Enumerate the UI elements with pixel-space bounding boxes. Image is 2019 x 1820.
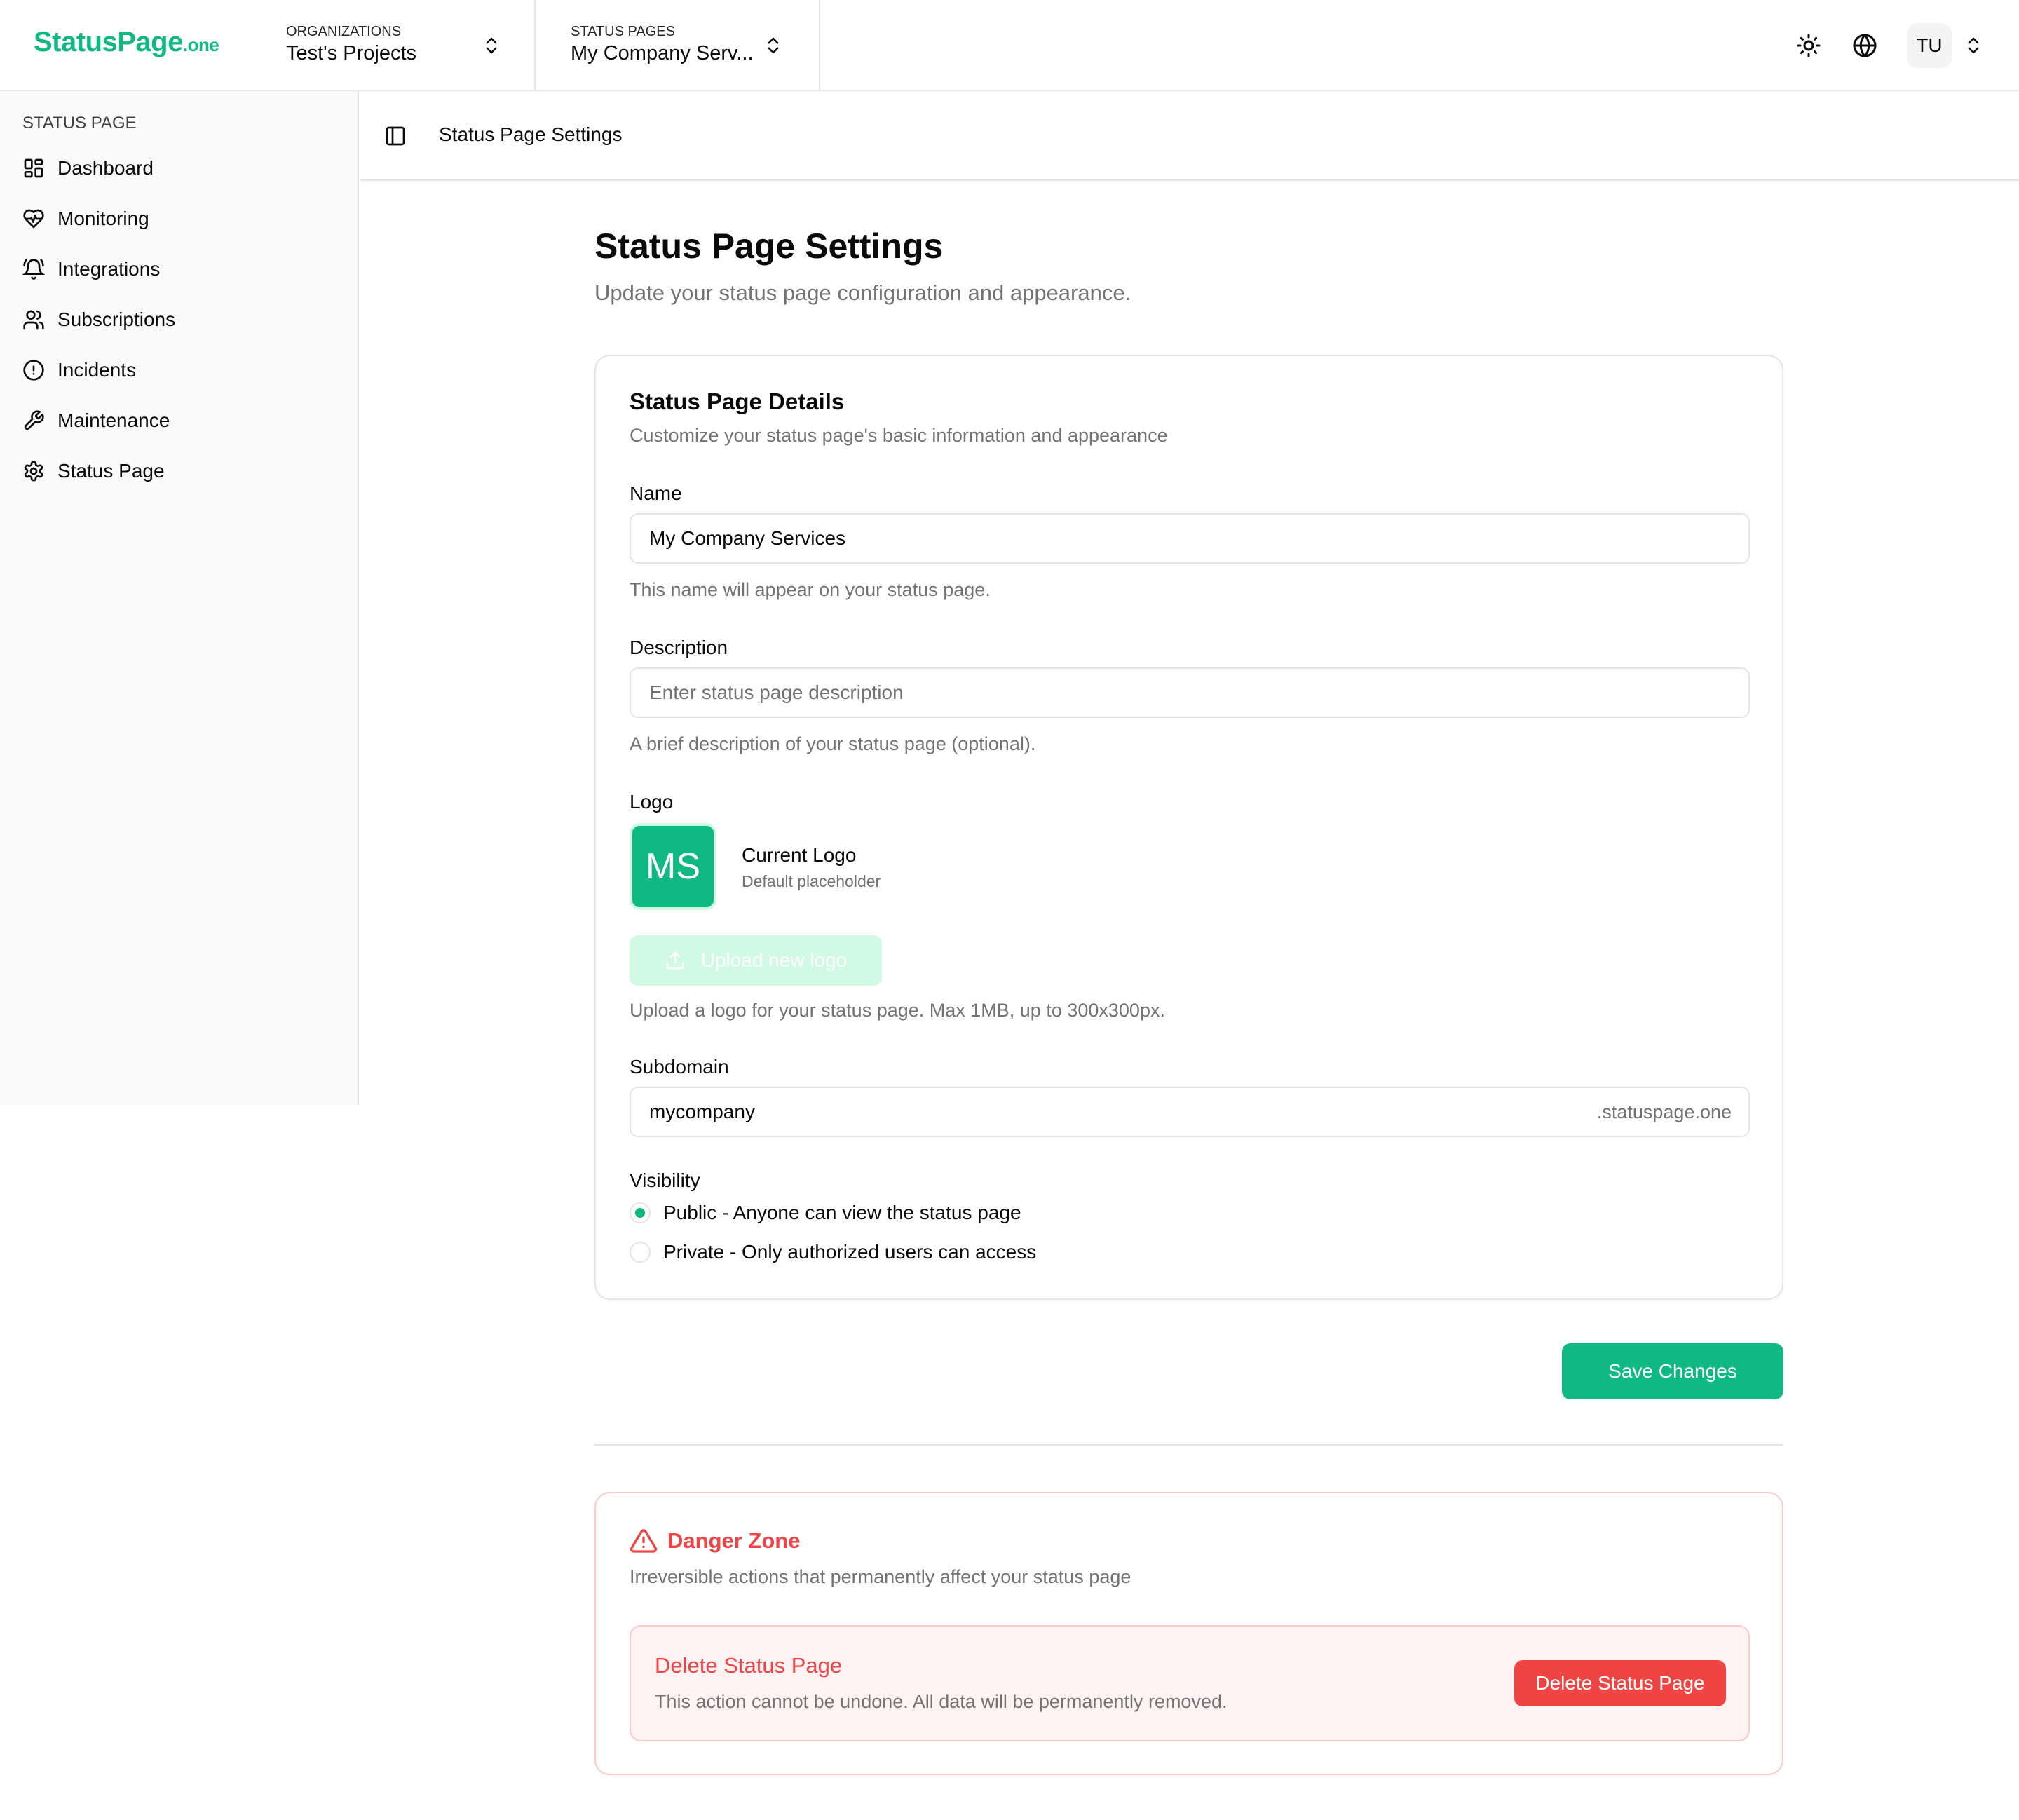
name-input[interactable]: My Company Services [630, 513, 1750, 564]
radio-unselected[interactable] [630, 1242, 651, 1263]
description-label: Description [630, 637, 728, 658]
sidebar-item-integrations[interactable]: Integrations [22, 248, 160, 290]
danger-zone-card: Danger Zone Irreversible actions that pe… [594, 1492, 1783, 1775]
description-helper: A brief description of your status page … [630, 733, 1036, 754]
users-icon [23, 310, 44, 330]
sidebar-item-label: Subscriptions [57, 308, 176, 330]
dashboard-icon [24, 158, 43, 178]
organization-switcher-value: Test's Projects [286, 42, 417, 64]
status-page-switcher-value: My Company Serv... [571, 42, 754, 64]
sidebar-item-label: Incidents [57, 359, 137, 381]
sun-icon[interactable] [1796, 33, 1821, 58]
card-title: Status Page Details [630, 388, 845, 414]
subdomain-value: mycompany [649, 1101, 755, 1122]
delete-status-page-description: This action cannot be undone. All data w… [655, 1691, 1228, 1712]
page-title: Status Page Settings [594, 226, 944, 266]
wrench-icon [24, 410, 44, 430]
visibility-label: Visibility [630, 1169, 700, 1191]
top-bar: StatusPage.one ORGANIZATIONS Test's Proj… [0, 0, 2019, 91]
sidebar-item-subscriptions[interactable]: Subscriptions [22, 299, 175, 341]
name-label: Name [630, 482, 682, 504]
logo-preview: MS [630, 823, 716, 910]
sidebar-item-label: Maintenance [57, 409, 170, 431]
logo-helper: Upload a logo for your status page. Max … [630, 1000, 1165, 1021]
upload-logo-label: Upload new logo [700, 949, 848, 971]
current-logo-subtitle: Default placeholder [742, 872, 881, 890]
brand-suffix: .one [182, 34, 219, 55]
danger-zone-description: Irreversible actions that permanently af… [630, 1566, 1131, 1587]
alert-circle-icon [23, 360, 44, 381]
sidebar-item-maintenance[interactable]: Maintenance [22, 400, 170, 442]
settings-icon [24, 461, 43, 482]
description-input[interactable]: Enter status page description [630, 667, 1750, 718]
sidebar: STATUS PAGE Dashboard Monitoring Integra… [0, 91, 359, 1105]
upload-icon [666, 951, 684, 970]
delete-status-page-title: Delete Status Page [655, 1653, 843, 1678]
user-avatar[interactable]: TU [1907, 23, 1952, 68]
section-divider [594, 1444, 1783, 1446]
chevrons-up-down-icon[interactable] [1963, 34, 1984, 57]
breadcrumb-title: Status Page Settings [439, 123, 623, 145]
visibility-option-private[interactable]: Private - Only authorized users can acce… [630, 1241, 1036, 1263]
subdomain-suffix: .statuspage.one [1596, 1101, 1732, 1122]
delete-status-page-button[interactable]: Delete Status Page [1514, 1660, 1726, 1706]
sidebar-item-label: Status Page [57, 460, 165, 482]
alert-triangle-icon [630, 1529, 658, 1553]
upload-logo-button[interactable]: Upload new logo [630, 935, 882, 986]
chevrons-up-down-icon [768, 37, 779, 54]
radio-selected[interactable] [630, 1202, 651, 1223]
sidebar-item-incidents[interactable]: Incidents [22, 349, 136, 391]
subdomain-label: Subdomain [630, 1056, 729, 1078]
name-helper: This name will appear on your status pag… [630, 579, 991, 600]
sidebar-item-monitoring[interactable]: Monitoring [22, 198, 149, 240]
sidebar-section-label: STATUS PAGE [22, 114, 137, 133]
sidebar-toggle-icon[interactable] [384, 125, 407, 147]
danger-zone-title-text: Danger Zone [667, 1528, 801, 1553]
delete-status-page-panel: Delete Status Page This action cannot be… [630, 1625, 1750, 1741]
status-page-switcher[interactable]: STATUS PAGES My Company Serv... [537, 0, 820, 90]
visibility-option-label: Public - Anyone can view the status page [663, 1202, 1021, 1223]
content-header: Status Page Settings [360, 91, 2019, 181]
organization-switcher[interactable]: ORGANIZATIONS Test's Projects [252, 0, 536, 90]
sidebar-item-label: Dashboard [57, 157, 154, 179]
visibility-option-public[interactable]: Public - Anyone can view the status page [630, 1202, 1021, 1224]
subdomain-input[interactable]: mycompany .statuspage.one [630, 1087, 1750, 1137]
page-subtitle: Update your status page configuration an… [594, 280, 1131, 305]
brand-name: StatusPage [34, 27, 183, 57]
organization-switcher-label: ORGANIZATIONS [286, 24, 402, 39]
save-changes-button[interactable]: Save Changes [1562, 1343, 1783, 1399]
current-logo-title: Current Logo [742, 844, 857, 866]
status-page-details-card: Status Page Details Customize your statu… [594, 355, 1783, 1300]
card-description: Customize your status page's basic infor… [630, 425, 1168, 446]
sidebar-item-label: Integrations [57, 258, 161, 280]
visibility-option-label: Private - Only authorized users can acce… [663, 1241, 1037, 1263]
bell-icon [22, 259, 45, 280]
globe-icon[interactable] [1852, 33, 1877, 58]
danger-zone-title: Danger Zone [630, 1527, 800, 1555]
logo-label: Logo [630, 791, 674, 813]
sidebar-item-dashboard[interactable]: Dashboard [22, 147, 154, 189]
heart-pulse-icon [23, 209, 44, 229]
sidebar-item-status-page[interactable]: Status Page [22, 450, 165, 492]
status-page-switcher-label: STATUS PAGES [571, 24, 675, 39]
chevrons-up-down-icon [486, 37, 497, 54]
brand-logo[interactable]: StatusPage.one [34, 27, 219, 58]
sidebar-item-label: Monitoring [57, 208, 149, 229]
